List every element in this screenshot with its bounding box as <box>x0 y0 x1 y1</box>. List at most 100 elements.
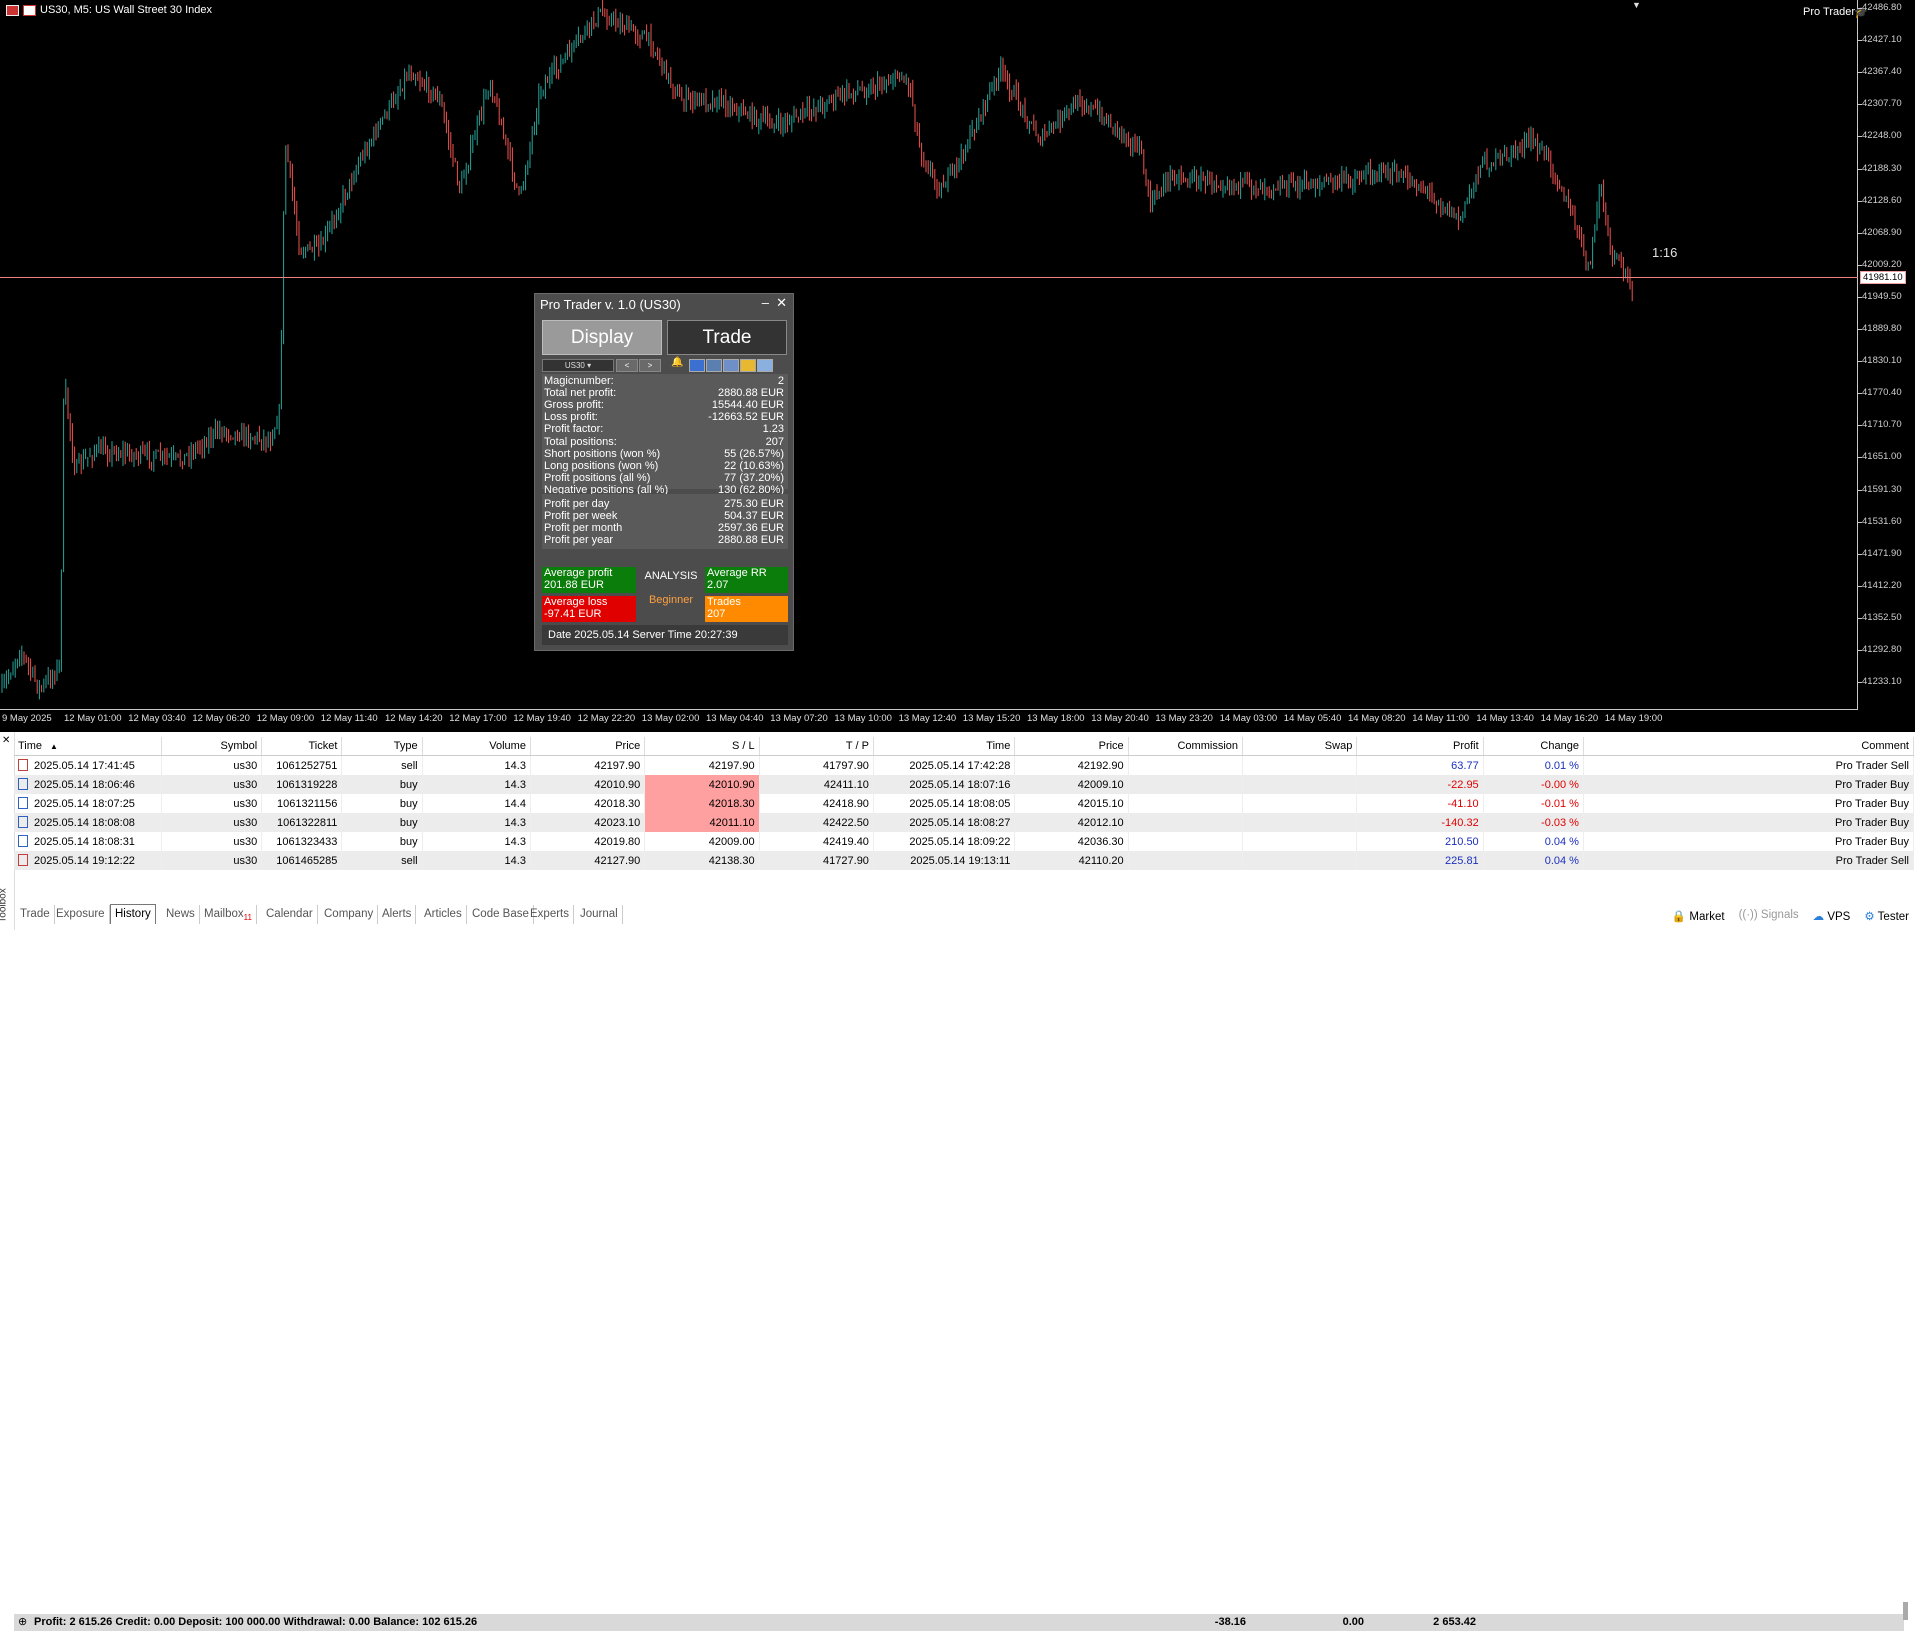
layout-icon[interactable] <box>689 359 705 372</box>
table-row[interactable]: 2025.05.14 18:08:31 us30 1061323433 buy 14.3… <box>14 832 1915 851</box>
column-header[interactable]: Profit <box>1356 737 1484 756</box>
column-header[interactable]: T / P <box>759 737 874 756</box>
chart-shift-arrow-icon[interactable]: ▼ <box>1632 0 1641 10</box>
price-tick-label: 42486.80 <box>1862 2 1902 13</box>
column-header[interactable]: Comment <box>1583 737 1915 756</box>
chart-bars-icon[interactable] <box>706 359 722 372</box>
tab-trade[interactable]: Trade <box>16 905 55 924</box>
tab-code-base[interactable]: Code Base <box>468 905 534 924</box>
tab-calendar[interactable]: Calendar <box>262 905 318 924</box>
prev-button[interactable]: < <box>616 359 638 372</box>
bid-price-line <box>0 277 1858 278</box>
tab-trade[interactable]: Trade <box>667 320 787 355</box>
column-header-label: Comment <box>1861 740 1909 752</box>
flag-icon <box>6 4 19 16</box>
folder-icon[interactable] <box>740 359 756 372</box>
tab-company[interactable]: Company <box>320 905 379 924</box>
settings-icon[interactable] <box>757 359 773 372</box>
cell-tp: 42422.50 <box>759 813 874 832</box>
column-header-label: Change <box>1540 740 1579 752</box>
pro-trader-panel[interactable]: Pro Trader v. 1.0 (US30) – ✕ Display Tra… <box>534 293 794 651</box>
tester-icon: ⚙ <box>1864 911 1875 923</box>
cell-swap <box>1242 832 1358 851</box>
tab-alerts[interactable]: Alerts <box>378 905 417 924</box>
cell-profit: 63.77 <box>1356 755 1484 775</box>
table-row[interactable]: 2025.05.14 18:08:08 us30 1061322811 buy 14.3… <box>14 813 1915 832</box>
column-header[interactable]: Symbol <box>161 737 263 756</box>
toolbox-close-icon[interactable]: ✕ <box>2 735 10 746</box>
minimize-icon[interactable]: – <box>762 295 769 310</box>
close-icon[interactable]: ✕ <box>776 295 787 311</box>
tester-link[interactable]: ⚙ Tester <box>1864 909 1909 923</box>
tab-journal[interactable]: Journal <box>576 905 623 924</box>
cell-sl: 42011.10 <box>644 813 760 832</box>
cell-ticket: 1061322811 <box>261 813 343 832</box>
cell-sl: 42018.30 <box>644 794 760 813</box>
column-header[interactable]: S / L <box>644 737 760 756</box>
cell-comment: Pro Trader Sell <box>1583 755 1915 775</box>
table-row[interactable]: 2025.05.14 17:41:45 us30 1061252751 sell 14.… <box>14 755 1915 775</box>
tab-news[interactable]: News <box>162 905 200 924</box>
time-tick-label: 13 May 02:00 <box>641 713 700 724</box>
cell-change: -0.03 % <box>1483 813 1584 832</box>
stat-row: Profit per year 2880.88 EUR <box>542 534 788 546</box>
column-header[interactable]: Time <box>873 737 1016 756</box>
cell-symbol: us30 <box>161 775 263 794</box>
time-tick-label: 12 May 14:20 <box>385 713 443 724</box>
toolbox-panel[interactable]: ✕ Toolbox Time ▲ Symbol Ticket Type Volume Pri… <box>0 732 1915 1631</box>
column-header[interactable]: Type <box>341 737 423 756</box>
price-tick-label: 41889.80 <box>1862 323 1902 334</box>
chart-window[interactable]: US30, M5: US Wall Street 30 Index ▼ Pro … <box>0 0 1915 732</box>
cell-volume: 14.4 <box>422 794 531 813</box>
tab-label: Trade <box>20 908 50 920</box>
column-header[interactable]: Commission <box>1128 737 1244 756</box>
open-time-text: 2025.05.14 17:41:45 <box>34 760 135 772</box>
time-tick-label: 14 May 03:00 <box>1219 713 1278 724</box>
history-table[interactable]: Time ▲ Symbol Ticket Type Volume Price S / L T /… <box>14 737 1915 870</box>
signals-link[interactable]: ((·)) Signals <box>1739 909 1799 923</box>
vertical-scrollbar[interactable] <box>1903 1602 1908 1620</box>
tab-articles[interactable]: Articles <box>420 905 467 924</box>
tab-history[interactable]: History <box>110 904 156 924</box>
stat-row: Gross profit: 15544.40 EUR <box>542 399 788 411</box>
tab-mailbox[interactable]: Mailbox11 <box>200 905 257 924</box>
market-label: Market <box>1689 911 1725 923</box>
tab-display[interactable]: Display <box>542 320 662 355</box>
deal-icon <box>18 854 28 866</box>
window-icon[interactable] <box>723 359 739 372</box>
time-tick-label: 13 May 07:20 <box>770 713 828 724</box>
summary-text: Profit: 2 615.26 Credit: 0.00 Deposit: 1… <box>34 1616 478 1628</box>
column-header[interactable]: Price <box>530 737 646 756</box>
column-header[interactable]: Price <box>1014 737 1129 756</box>
table-row[interactable]: 2025.05.14 18:07:25 us30 1061321156 buy 14.4… <box>14 794 1915 813</box>
column-header[interactable]: Time ▲ <box>14 737 162 756</box>
column-header[interactable]: Change <box>1483 737 1584 756</box>
column-header[interactable]: Swap <box>1242 737 1358 756</box>
bell-icon[interactable]: 🔔 <box>671 357 683 368</box>
tab-experts[interactable]: Experts <box>526 905 574 924</box>
column-header[interactable]: Ticket <box>261 737 343 756</box>
chart-menu-icon[interactable] <box>23 4 36 16</box>
cell-volume: 14.3 <box>422 832 531 851</box>
column-header[interactable]: Volume <box>422 737 531 756</box>
cell-change: -0.01 % <box>1483 794 1584 813</box>
toolbox-tabs[interactable]: Trade Exposure History News Mailbox11 Calenda… <box>14 903 1914 925</box>
tab-exposure[interactable]: Exposure <box>52 905 110 924</box>
table-row[interactable]: 2025.05.14 19:12:22 us30 1061465285 sell 14.… <box>14 851 1915 870</box>
stat-label: Magicnumber: <box>544 375 614 387</box>
symbol-select[interactable]: US30 ▾ <box>542 359 614 372</box>
column-header-label: Ticket <box>308 740 338 752</box>
vps-link[interactable]: ☁ VPS <box>1813 909 1851 923</box>
next-button[interactable]: > <box>639 359 661 372</box>
cell-commission <box>1128 851 1244 870</box>
cell-close-time: 2025.05.14 17:42:28 <box>873 755 1016 775</box>
table-row[interactable]: 2025.05.14 18:06:46 us30 1061319228 buy 14.3… <box>14 775 1915 794</box>
market-link[interactable]: 🔒 Market <box>1672 909 1725 923</box>
expand-icon[interactable]: ⊕ <box>18 1614 27 1631</box>
cell-ticket: 1061321156 <box>261 794 343 813</box>
stat-value: 1.23 <box>762 423 784 436</box>
chart-plot-area[interactable] <box>0 0 1858 710</box>
price-tick-label: 41651.00 <box>1862 451 1902 463</box>
cell-symbol: us30 <box>161 755 263 775</box>
cell-ticket: 1061323433 <box>261 832 343 851</box>
